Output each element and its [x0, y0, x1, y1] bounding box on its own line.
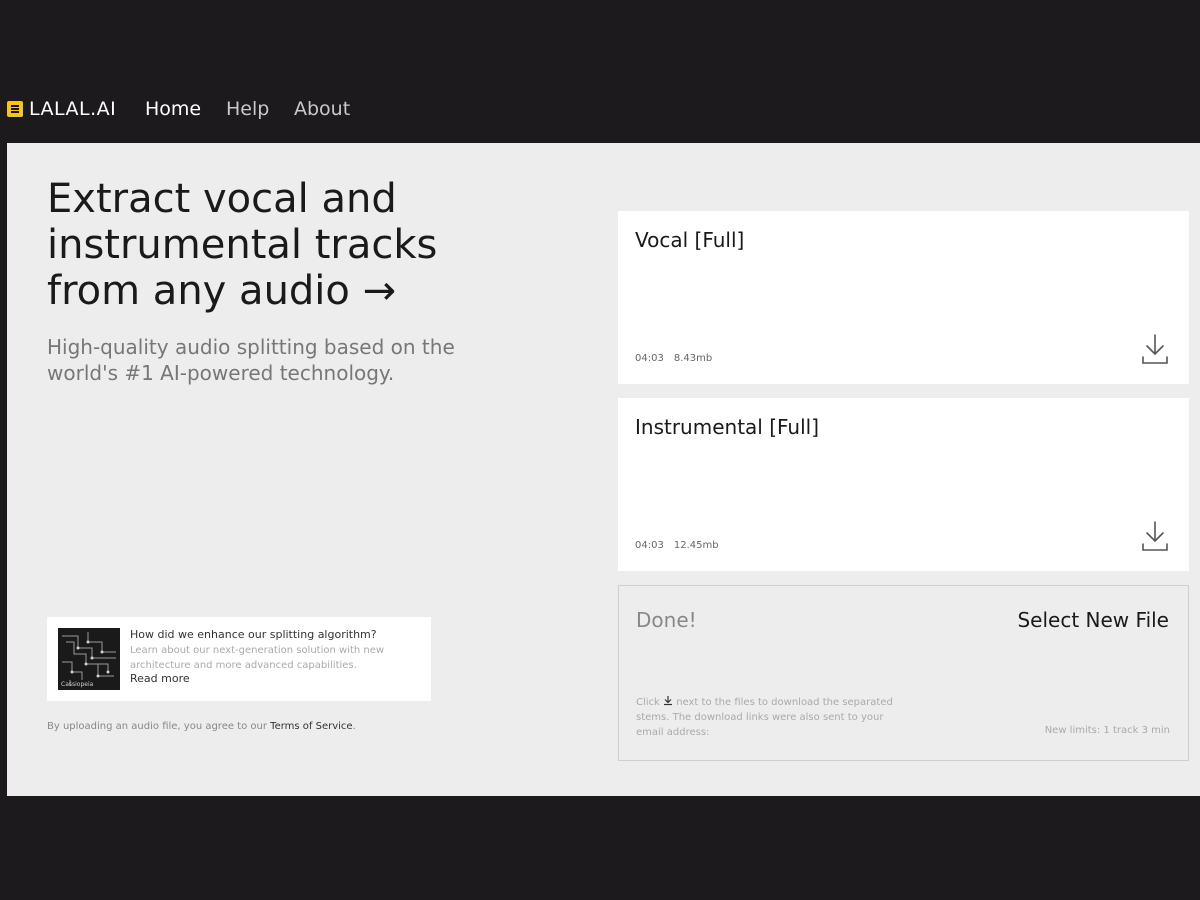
logo-icon[interactable]: [7, 101, 23, 117]
terms-notice: By uploading an audio file, you agree to…: [47, 721, 356, 732]
logo-text[interactable]: LALAL.AI: [29, 98, 116, 120]
track-duration: 04:03: [635, 540, 664, 551]
track-title: Instrumental [Full]: [635, 415, 820, 439]
download-icon: [1142, 334, 1168, 364]
track-title: Vocal [Full]: [635, 228, 745, 252]
nav-home[interactable]: Home: [145, 98, 201, 120]
track-duration: 04:03: [635, 353, 664, 364]
track-size: 12.45mb: [673, 540, 719, 551]
promo-thumb-label: Cassiopeia: [61, 681, 94, 688]
status-info: Click next to the files to download the …: [636, 695, 896, 740]
page-subtitle: High-quality audio splitting based on th…: [47, 335, 455, 385]
download-icon: [664, 696, 673, 706]
track-size: 8.43mb: [673, 353, 713, 364]
status-box: Done! Select New File Click next to the …: [618, 585, 1189, 761]
info-suffix: next to the files to download the separa…: [636, 697, 893, 738]
terms-of-service-link[interactable]: Terms of Service: [270, 721, 352, 732]
download-button-instrumental[interactable]: [1141, 520, 1169, 552]
promo-description: Learn about our next-generation solution…: [130, 645, 385, 671]
promo-thumbnail: Cassiopeia: [58, 628, 120, 690]
track-card-vocal: Vocal [Full] 04:03 8.43mb: [618, 211, 1189, 384]
limits-text: New limits: 1 track 3 min: [1044, 725, 1170, 736]
track-meta: 04:03 12.45mb: [635, 540, 719, 551]
track-meta: 04:03 8.43mb: [635, 353, 712, 364]
nav-help[interactable]: Help: [226, 98, 269, 120]
promo-title: How did we enhance our splitting algorit…: [130, 628, 377, 641]
track-card-instrumental: Instrumental [Full] 04:03 12.45mb: [618, 398, 1189, 571]
info-prefix: Click: [636, 697, 660, 708]
select-new-file-button[interactable]: Select New File: [1017, 608, 1169, 632]
status-title: Done!: [636, 608, 697, 632]
main-panel: Extract vocal and instrumental tracks fr…: [7, 143, 1200, 796]
terms-prefix: By uploading an audio file, you agree to…: [47, 721, 271, 732]
download-icon: [1142, 521, 1168, 551]
nav-about[interactable]: About: [294, 98, 350, 120]
read-more-link[interactable]: Read more: [130, 672, 190, 685]
page-headline: Extract vocal and instrumental tracks fr…: [47, 176, 438, 314]
download-button-vocal[interactable]: [1141, 333, 1169, 365]
promo-card[interactable]: Cassiopeia How did we enhance our splitt…: [47, 617, 431, 701]
terms-suffix: .: [352, 721, 356, 732]
